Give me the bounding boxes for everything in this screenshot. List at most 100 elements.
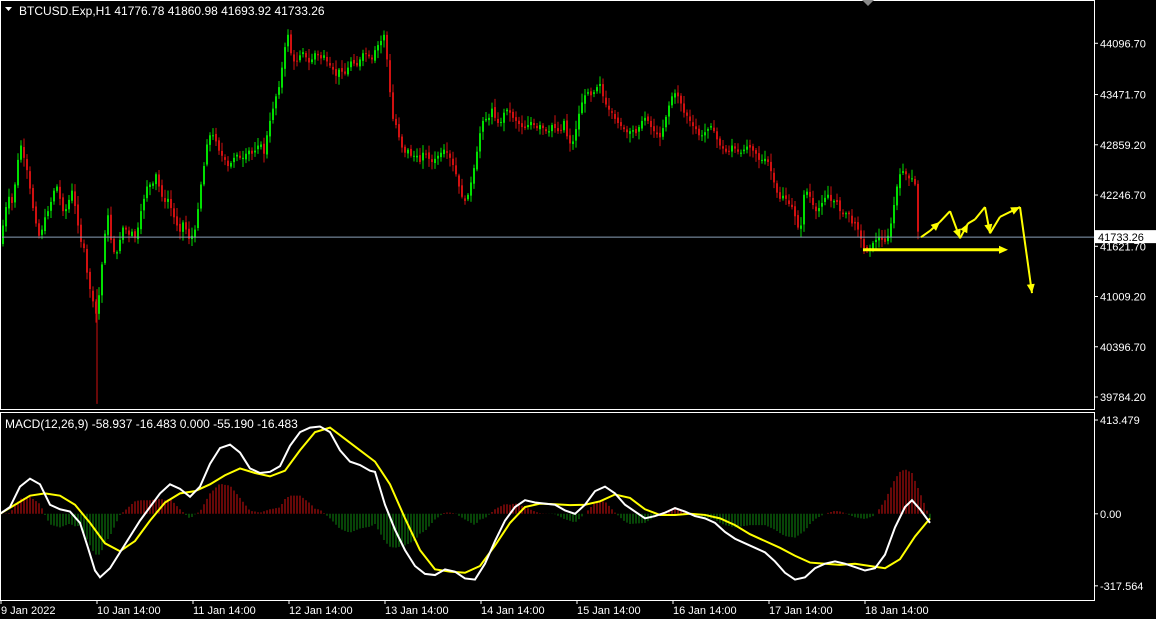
candle-body — [92, 290, 94, 302]
candle-body — [200, 184, 202, 209]
candle-body — [374, 50, 376, 61]
candle-body — [689, 116, 691, 121]
candle-body — [761, 159, 763, 161]
candle-body — [494, 107, 496, 118]
candle-body — [23, 147, 25, 158]
candle-body — [26, 159, 28, 171]
candle-body — [227, 160, 229, 167]
candle-body — [440, 152, 442, 158]
time-tick-label: 13 Jan 14:00 — [385, 605, 449, 617]
candle-body — [386, 34, 388, 60]
candle-body — [89, 271, 91, 290]
candle-body — [758, 153, 760, 160]
candle-body — [401, 136, 403, 148]
candle-body — [86, 248, 88, 273]
candle-body — [179, 223, 181, 232]
candle-body — [428, 152, 430, 159]
time-tick-label: 18 Jan 14:00 — [865, 605, 929, 617]
time-tick-label: 11 Jan 14:00 — [193, 605, 256, 617]
candle-body — [62, 197, 64, 212]
candle-body — [857, 222, 859, 230]
candle-body — [680, 95, 682, 104]
candle-body — [518, 120, 520, 125]
candle-body — [605, 97, 607, 105]
candle-body — [29, 171, 31, 189]
candle-body — [203, 166, 205, 185]
candle-body — [383, 34, 385, 41]
candle-body — [458, 175, 460, 187]
candle-body — [260, 144, 262, 147]
candle-body — [206, 144, 208, 165]
candle-body — [551, 125, 553, 132]
candle-body — [731, 145, 733, 152]
candle-body — [317, 53, 319, 56]
candle-body — [122, 227, 124, 240]
candle-body — [32, 188, 34, 209]
candle-body — [245, 153, 247, 160]
candle-body — [536, 125, 538, 129]
candle-body — [53, 190, 55, 202]
candle-body — [788, 200, 790, 204]
candle-body — [323, 55, 325, 58]
candle-body — [749, 144, 751, 148]
candle-body — [539, 125, 541, 130]
candle-body — [332, 66, 334, 70]
candle-body — [5, 207, 7, 227]
candle-body — [464, 198, 466, 201]
candle-body — [677, 92, 679, 97]
candle-body — [233, 157, 235, 163]
candle-body — [140, 211, 142, 230]
candle-body — [809, 191, 811, 197]
candle-body — [353, 59, 355, 64]
candle-body — [512, 111, 514, 118]
candle-body — [311, 59, 313, 63]
macd-title: MACD(12,26,9) -58.937 -16.483 0.000 -55.… — [5, 417, 298, 431]
candle-body — [362, 53, 364, 61]
candle-body — [710, 126, 712, 128]
candle-body — [812, 197, 814, 205]
candle-body — [707, 129, 709, 131]
candle-body — [713, 127, 715, 132]
candle-body — [356, 62, 358, 66]
candle-body — [398, 124, 400, 138]
price-tick-label: 43471.70 — [1100, 90, 1146, 102]
candle-body — [584, 95, 586, 104]
candle-body — [161, 185, 163, 197]
candle-body — [266, 135, 268, 155]
candle-body — [335, 69, 337, 76]
candle-body — [782, 195, 784, 199]
candle-body — [380, 40, 382, 46]
candle-body — [425, 153, 427, 155]
candle-body — [653, 126, 655, 132]
macd-tick-label: -317.564 — [1100, 581, 1143, 593]
candle-body — [488, 117, 490, 121]
candle-body — [146, 186, 148, 199]
candle-body — [38, 223, 40, 236]
candle-body — [473, 168, 475, 184]
candle-body — [110, 214, 112, 240]
candle-body — [452, 158, 454, 166]
candle-body — [698, 128, 700, 136]
price-tick-label: 42859.20 — [1100, 140, 1146, 152]
candle-body — [614, 113, 616, 119]
candle-body — [656, 132, 658, 135]
candle-body — [479, 133, 481, 152]
candle-body — [830, 194, 832, 201]
candle-body — [728, 150, 730, 152]
candle-body — [275, 96, 277, 109]
candle-body — [827, 194, 829, 198]
candle-body — [410, 148, 412, 156]
candle-body — [893, 205, 895, 224]
candle-body — [218, 140, 220, 151]
candle-body — [686, 112, 688, 116]
candle-body — [422, 152, 424, 161]
candle-body — [344, 71, 346, 74]
candle-body — [875, 239, 877, 243]
candle-body — [404, 146, 406, 153]
price-tick-label: 40396.70 — [1100, 342, 1146, 354]
candle-body — [575, 129, 577, 141]
candle-body — [854, 221, 856, 224]
price-tick-label: 41009.20 — [1100, 292, 1146, 304]
candle-body — [647, 116, 649, 121]
candle-body — [509, 110, 511, 113]
